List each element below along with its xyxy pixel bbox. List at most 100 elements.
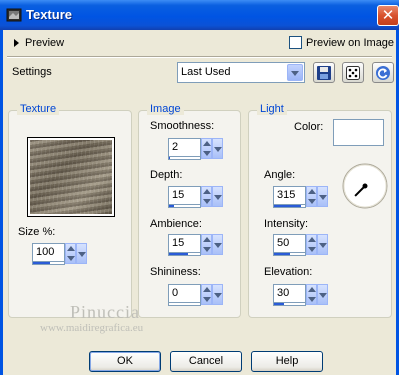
- depth-spin-arrows[interactable]: [201, 186, 212, 207]
- ambience-dropdown-button[interactable]: [212, 234, 223, 255]
- smoothness-dropdown-button[interactable]: [212, 138, 223, 159]
- arrow-down-icon[interactable]: [203, 247, 211, 252]
- arrow-down-icon[interactable]: [203, 151, 211, 156]
- settings-label: Settings: [12, 66, 52, 78]
- randomize-button[interactable]: [342, 62, 364, 83]
- arrow-down-icon[interactable]: [308, 199, 316, 204]
- arrow-up-icon[interactable]: [203, 189, 211, 194]
- arrow-up-icon[interactable]: [308, 189, 316, 194]
- elevation-label: Elevation:: [264, 266, 313, 278]
- watermark-url: www.maidiregrafica.eu: [40, 322, 144, 334]
- ambience-input[interactable]: 15: [168, 234, 201, 253]
- shininess-value: 0: [172, 287, 179, 299]
- intensity-stepper[interactable]: 50: [273, 234, 328, 256]
- intensity-slider-fill: [274, 253, 290, 255]
- expand-triangle-icon: [14, 39, 19, 47]
- size-dropdown-button[interactable]: [76, 243, 87, 264]
- preview-on-image-checkbox[interactable]: Preview on Image: [289, 36, 394, 49]
- settings-preset-dropdown[interactable]: Last Used: [177, 62, 305, 83]
- angle-dial-hub: [362, 183, 368, 189]
- arrow-down-icon[interactable]: [308, 247, 316, 252]
- chevron-down-icon[interactable]: [287, 64, 303, 81]
- arrow-up-icon[interactable]: [203, 237, 211, 242]
- intensity-input[interactable]: 50: [273, 234, 306, 253]
- separator: [7, 56, 392, 58]
- save-preset-button[interactable]: [313, 62, 335, 83]
- arrow-up-icon[interactable]: [308, 287, 316, 292]
- shininess-input[interactable]: 0: [168, 284, 201, 303]
- size-stepper[interactable]: 100: [32, 243, 87, 265]
- light-group-title: Light: [257, 103, 287, 115]
- elevation-spin-arrows[interactable]: [306, 284, 317, 305]
- angle-label: Angle:: [264, 169, 296, 181]
- watermark-name: Pinuccia: [70, 302, 140, 322]
- save-preset-icon: [317, 66, 331, 80]
- arrow-down-icon[interactable]: [203, 199, 211, 204]
- ok-button[interactable]: OK: [89, 351, 161, 372]
- shininess-slider-track[interactable]: [168, 303, 201, 306]
- elevation-input[interactable]: 30: [273, 284, 306, 303]
- depth-slider-track[interactable]: [168, 205, 201, 208]
- arrow-down-icon[interactable]: [308, 297, 316, 302]
- arrow-down-icon[interactable]: [67, 256, 75, 261]
- cancel-button[interactable]: Cancel: [170, 351, 242, 372]
- smoothness-slider-track[interactable]: [168, 157, 201, 160]
- depth-input[interactable]: 15: [168, 186, 201, 205]
- arrow-up-icon[interactable]: [308, 237, 316, 242]
- window-title: Texture: [26, 7, 72, 22]
- size-spin-arrows[interactable]: [65, 243, 76, 264]
- arrow-up-icon[interactable]: [203, 287, 211, 292]
- title-bar: Texture ✕: [0, 0, 399, 30]
- depth-dropdown-button[interactable]: [212, 186, 223, 207]
- size-label: Size %:: [18, 226, 56, 238]
- ambience-spin-arrows[interactable]: [201, 234, 212, 255]
- angle-input[interactable]: 315: [273, 186, 306, 205]
- light-color-swatch[interactable]: [333, 119, 384, 146]
- ambience-stepper[interactable]: 15: [168, 234, 223, 256]
- angle-slider-fill: [274, 205, 301, 207]
- reset-button[interactable]: [372, 62, 394, 83]
- intensity-spin-arrows[interactable]: [306, 234, 317, 255]
- arrow-up-icon[interactable]: [203, 141, 211, 146]
- size-value: 100: [36, 246, 55, 258]
- preview-toggle[interactable]: Preview: [14, 37, 64, 49]
- color-label: Color:: [294, 121, 324, 133]
- intensity-slider-track[interactable]: [273, 253, 306, 256]
- elevation-slider-track[interactable]: [273, 303, 306, 306]
- angle-value: 315: [277, 189, 296, 201]
- shininess-dropdown-button[interactable]: [212, 284, 223, 305]
- shininess-stepper[interactable]: 0: [168, 284, 223, 306]
- ambience-slider-track[interactable]: [168, 253, 201, 256]
- angle-slider-track[interactable]: [273, 205, 306, 208]
- reset-icon: [376, 66, 390, 80]
- arrow-down-icon[interactable]: [203, 297, 211, 302]
- smoothness-input[interactable]: 2: [168, 138, 201, 157]
- preview-label: Preview: [25, 37, 65, 49]
- texture-swatch[interactable]: [27, 137, 115, 217]
- intensity-dropdown-button[interactable]: [317, 234, 328, 255]
- help-button[interactable]: Help: [251, 351, 323, 372]
- angle-dropdown-button[interactable]: [317, 186, 328, 207]
- depth-stepper[interactable]: 15: [168, 186, 223, 208]
- shininess-spin-arrows[interactable]: [201, 284, 212, 305]
- shininess-label: Shininess:: [150, 266, 201, 278]
- angle-dial[interactable]: [341, 162, 389, 210]
- ambience-value: 15: [172, 237, 185, 249]
- arrow-up-icon[interactable]: [67, 246, 75, 251]
- smoothness-slider-fill: [169, 157, 170, 159]
- ambience-label: Ambience:: [150, 218, 202, 230]
- angle-spin-arrows[interactable]: [306, 186, 317, 207]
- ambience-slider-fill: [169, 253, 188, 255]
- elevation-dropdown-button[interactable]: [317, 284, 328, 305]
- elevation-slider-fill: [274, 303, 284, 305]
- depth-slider-fill: [169, 205, 174, 207]
- smoothness-stepper[interactable]: 2: [168, 138, 223, 160]
- angle-stepper[interactable]: 315: [273, 186, 328, 208]
- elevation-stepper[interactable]: 30: [273, 284, 328, 306]
- checkbox-box[interactable]: [289, 36, 302, 49]
- close-button[interactable]: ✕: [377, 5, 399, 26]
- size-input[interactable]: 100: [32, 243, 65, 262]
- size-slider-track[interactable]: [32, 262, 65, 265]
- smoothness-spin-arrows[interactable]: [201, 138, 212, 159]
- randomize-icon: [346, 66, 360, 80]
